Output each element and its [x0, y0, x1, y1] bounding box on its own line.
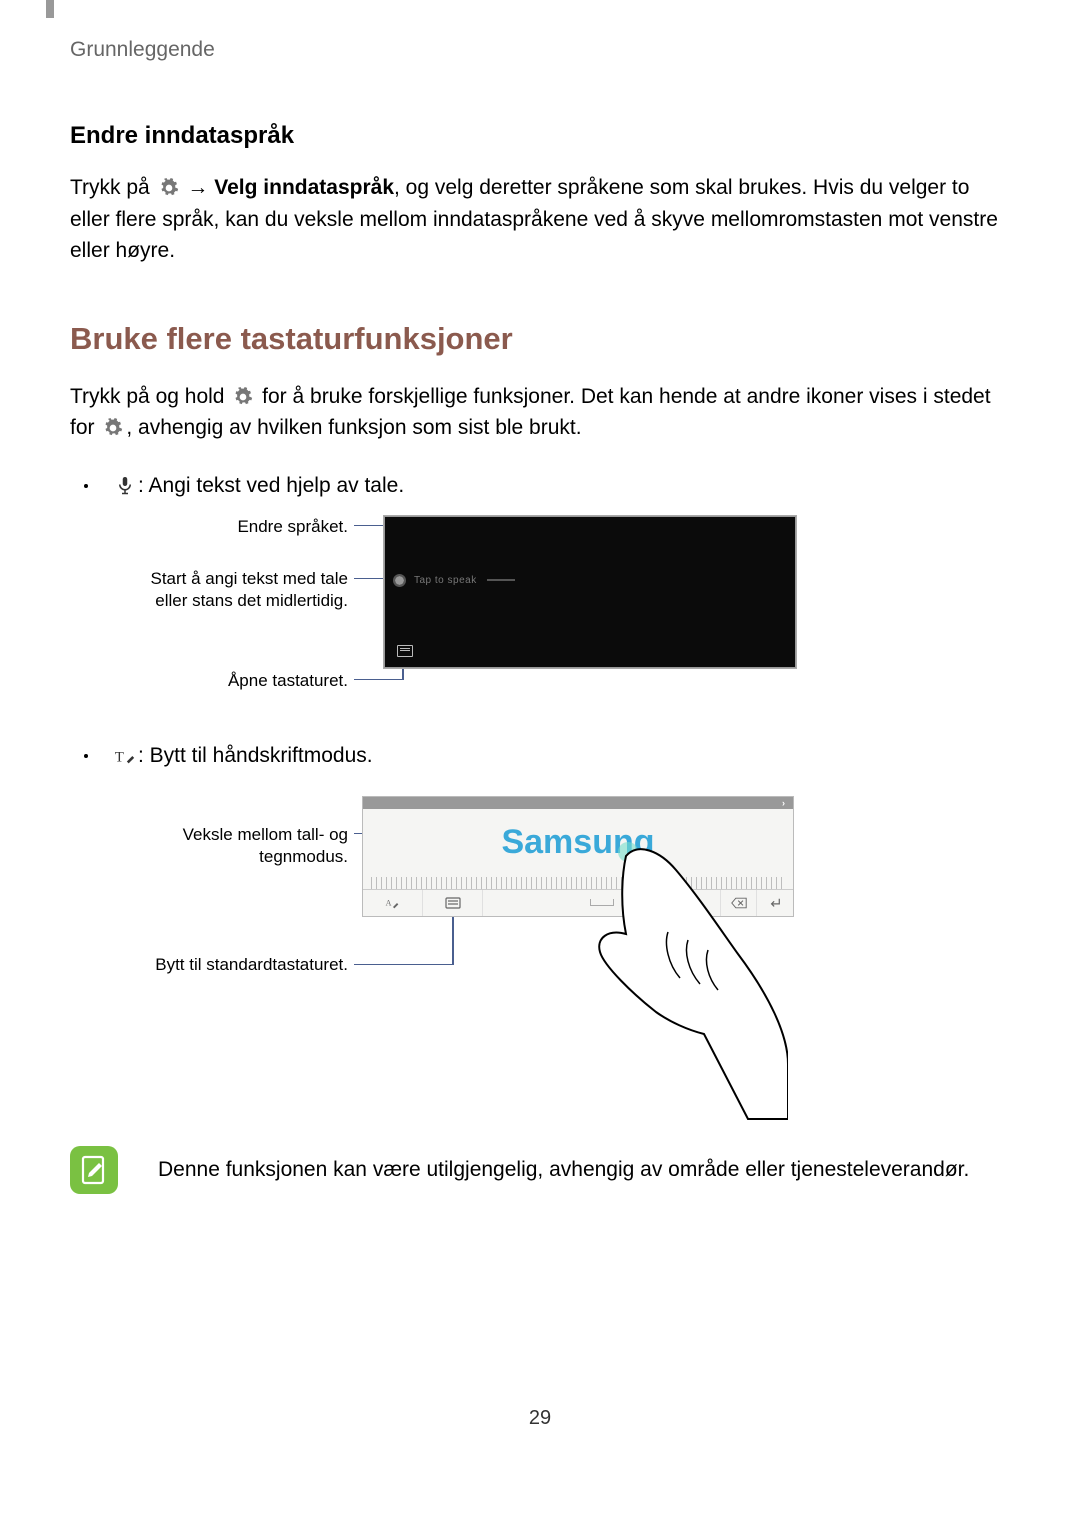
callout-text: Åpne tastaturet.: [228, 670, 348, 692]
microphone-icon: [114, 475, 136, 497]
bullet-mic: : Angi tekst ved hjelp av tale.: [70, 474, 1010, 498]
svg-text:A: A: [385, 898, 391, 907]
breadcrumb: Grunnleggende: [70, 38, 1010, 62]
handwriting-icon: T: [114, 745, 136, 767]
handwriting-area: Samsung: [363, 809, 793, 877]
text-fragment: Trykk på: [70, 176, 156, 199]
bullet-handwriting: T : Bytt til håndskriftmodus.: [70, 744, 1010, 768]
leader-line: [354, 964, 452, 966]
space-key-icon: [483, 890, 721, 916]
svg-text:T: T: [115, 749, 124, 765]
diagram-handwriting: Veksle mellom tall- og tegnmodus. Bytt t…: [148, 796, 848, 1096]
note-text: Denne funksjonen kan være utilgjengelig,…: [158, 1154, 969, 1186]
bullet-text: : Angi tekst ved hjelp av tale.: [138, 474, 404, 498]
handwriting-panel: › Samsung A: [362, 796, 794, 917]
note-icon: [70, 1146, 118, 1194]
suggestion-bar: ›: [363, 797, 793, 809]
voice-input-panel: Tap to speak: [384, 516, 796, 668]
paragraph-bruke: Trykk på og hold for å bruke forskjellig…: [70, 381, 1010, 444]
handwriting-toolbar: A: [363, 889, 793, 916]
enter-icon: [757, 890, 793, 916]
microphone-icon: [395, 576, 404, 585]
paragraph-endre: Trykk på → Velg inndataspråk, og velg de…: [70, 172, 1010, 267]
toggle-mode-icon: A: [363, 890, 423, 916]
keyboard-icon: [397, 645, 413, 657]
bullet-icon: [84, 484, 88, 488]
page-number: 29: [0, 1407, 1080, 1430]
keyboard-icon: [423, 890, 483, 916]
bullet-text: : Bytt til håndskriftmodus.: [138, 744, 373, 768]
text-fragment: Trykk på og hold: [70, 385, 230, 408]
text-fragment: , avhengig av hvilken funksjon som sist …: [126, 416, 581, 439]
heading-bruke: Bruke flere tastaturfunksjoner: [70, 321, 1010, 357]
diagram-voice-input: Endre språket. Start å angi tekst med ta…: [148, 516, 808, 716]
divider: [487, 579, 515, 581]
backspace-icon: [721, 890, 757, 916]
leader-line: [452, 911, 454, 965]
page: Grunnleggende Endre inndataspråk Trykk p…: [0, 0, 1080, 1460]
callout-text: Endre språket.: [237, 516, 348, 538]
callout-text: Bytt til standardtastaturet.: [155, 954, 348, 976]
bullet-icon: [84, 754, 88, 758]
page-tab-marker: [46, 0, 54, 18]
handwritten-sample: Samsung: [501, 823, 654, 862]
heading-endre: Endre inndataspråk: [70, 122, 1010, 150]
note-row: Denne funksjonen kan være utilgjengelig,…: [70, 1146, 1010, 1194]
gear-icon: [232, 386, 254, 408]
leader-line: [354, 679, 402, 681]
ruler-separator: [371, 877, 785, 889]
tap-to-speak-label: Tap to speak: [414, 575, 477, 586]
gear-icon: [102, 417, 124, 439]
arrow-icon: →: [187, 176, 214, 199]
callout-text: Start å angi tekst med tale eller stans …: [148, 568, 348, 612]
chevron-right-icon: ›: [782, 798, 785, 808]
voice-status-bar: Tap to speak: [395, 575, 785, 586]
callout-text: Veksle mellom tall- og tegnmodus.: [148, 824, 348, 868]
gear-icon: [158, 177, 180, 199]
text-fragment-bold: Velg inndataspråk: [214, 176, 394, 199]
